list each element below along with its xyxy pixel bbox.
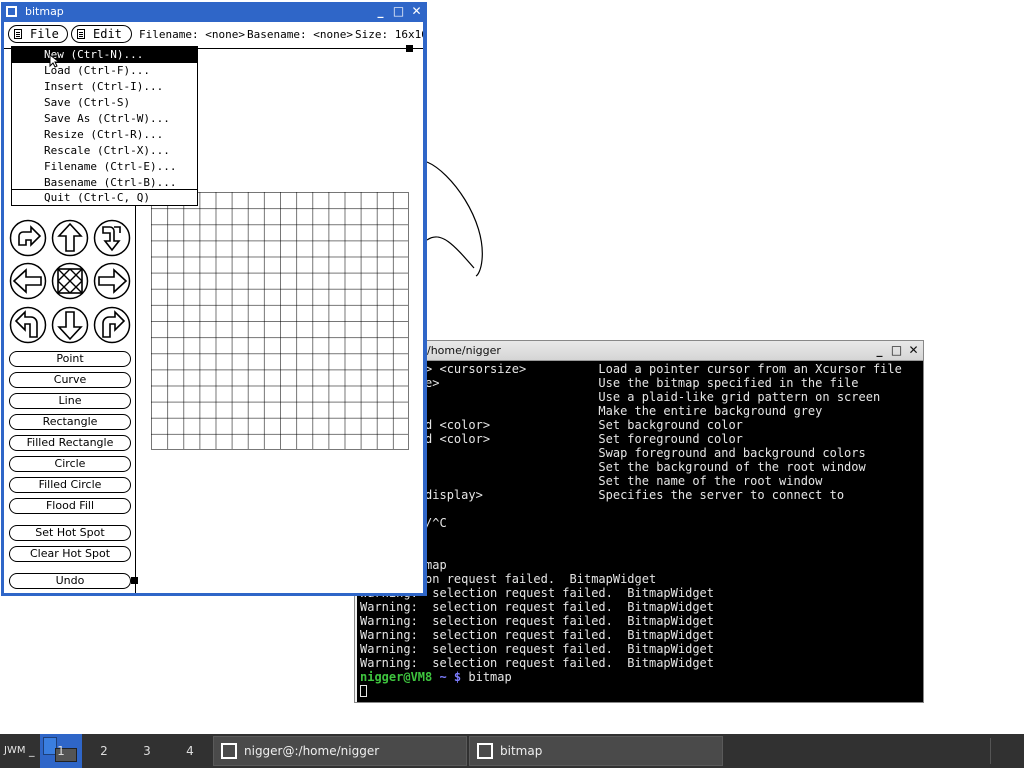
task-bitmap[interactable]: bitmap [469,736,723,766]
terminal-output: ursorfile> <cursorsize> Load a pointer c… [360,362,902,698]
window-icon [221,743,237,759]
tool-rectangle-button[interactable]: Rectangle [9,414,131,430]
bitmap-window: bitmap _ □ ✕ File Edit Filename: <none> … [1,2,427,596]
menu-icon [14,29,22,39]
mouse-pointer-icon [49,54,60,68]
menu-item-new[interactable]: New (Ctrl-N)... [12,47,197,63]
workspace-1[interactable]: 1 [40,734,82,768]
workspace-2[interactable]: 2 [83,734,125,768]
terminal-window: /home/nigger _ □ ✕ ursorfile> <cursorsiz… [354,340,924,703]
rotate-left-icon[interactable] [9,306,47,344]
menu-item-save-as[interactable]: Save As (Ctrl-W)... [12,111,197,127]
window-icon[interactable] [6,6,17,17]
terminal-cursor [360,685,367,697]
terminal-title: /home/nigger [427,344,501,357]
menu-item-save[interactable]: Save (Ctrl-S) [12,95,197,111]
workspace-label: 1 [57,744,65,758]
tool-filled-circle-button[interactable]: Filled Circle [9,477,131,493]
flip-vertical-icon[interactable] [93,219,131,257]
task-label: nigger@:/home/nigger [244,744,380,758]
fold-icon[interactable] [51,262,89,300]
maximize-icon[interactable]: □ [889,343,904,358]
menu-item-load[interactable]: Load (Ctrl-F)... [12,63,197,79]
terminal-body[interactable]: ursorfile> <cursorsize> Load a pointer c… [357,361,923,702]
flip-horizontal-icon[interactable] [9,219,47,257]
menu-item-quit[interactable]: Quit (Ctrl-C, Q) [12,190,197,206]
jwm-menu-button[interactable]: JWM [4,734,32,768]
tool-flood-fill-button[interactable]: Flood Fill [9,498,131,514]
left-arrow-icon[interactable] [9,262,47,300]
bitmap-client: File Edit Filename: <none> Basename: <no… [4,22,423,593]
curve-stroke [426,161,483,277]
close-icon[interactable]: ✕ [906,343,921,358]
menu-icon [77,29,85,39]
size-label: Size: 16x16 [355,28,423,41]
menu-item-insert[interactable]: Insert (Ctrl-I)... [12,79,197,95]
tool-point-button[interactable]: Point [9,351,131,367]
file-menu: New (Ctrl-N)... Load (Ctrl-F)... Insert … [11,46,198,206]
terminal-titlebar[interactable]: /home/nigger _ □ ✕ [355,341,923,361]
task-terminal[interactable]: nigger@:/home/nigger [213,736,467,766]
workspace-3[interactable]: 3 [126,734,168,768]
menu-item-rescale[interactable]: Rescale (Ctrl-X)... [12,143,197,159]
up-arrow-icon[interactable] [51,219,89,257]
maximize-icon[interactable]: □ [391,4,406,19]
tray-divider [990,738,991,764]
close-icon[interactable]: ✕ [409,4,424,19]
menu-item-resize[interactable]: Resize (Ctrl-R)... [12,127,197,143]
minimize-icon[interactable]: _ [872,343,887,358]
rotate-right-icon[interactable] [93,306,131,344]
task-label: bitmap [500,744,543,758]
taskbar: JWM _ 1 2 3 4 nigger@:/home/nigger bitma… [0,734,1024,768]
tool-circle-button[interactable]: Circle [9,456,131,472]
clear-hot-spot-button[interactable]: Clear Hot Spot [9,546,131,562]
window-icon [477,743,493,759]
file-menu-label: File [30,27,59,41]
pane-grip[interactable] [131,577,138,584]
filename-label: Filename: <none> [139,28,245,41]
tool-line-button[interactable]: Line [9,393,131,409]
workspace-4[interactable]: 4 [169,734,211,768]
bitmap-title: bitmap [25,5,64,18]
bitmap-titlebar[interactable]: bitmap _ □ ✕ [1,2,427,21]
pane-grip[interactable] [406,45,413,52]
edit-menu-button[interactable]: Edit [71,25,132,43]
minimize-icon[interactable]: _ [373,4,388,19]
down-arrow-icon[interactable] [51,306,89,344]
undo-button[interactable]: Undo [9,573,131,589]
tool-curve-button[interactable]: Curve [9,372,131,388]
set-hot-spot-button[interactable]: Set Hot Spot [9,525,131,541]
menu-item-filename[interactable]: Filename (Ctrl-E)... [12,159,197,175]
basename-label: Basename: <none> [247,28,353,41]
edit-menu-label: Edit [93,27,122,41]
show-desktop-icon[interactable]: _ [29,734,37,768]
menubar: File Edit Filename: <none> Basename: <no… [4,22,423,46]
tool-filled-rectangle-button[interactable]: Filled Rectangle [9,435,131,451]
bitmap-grid[interactable] [151,192,409,450]
file-menu-button[interactable]: File [8,25,68,43]
transform-buttons [7,219,133,347]
right-arrow-icon[interactable] [93,262,131,300]
